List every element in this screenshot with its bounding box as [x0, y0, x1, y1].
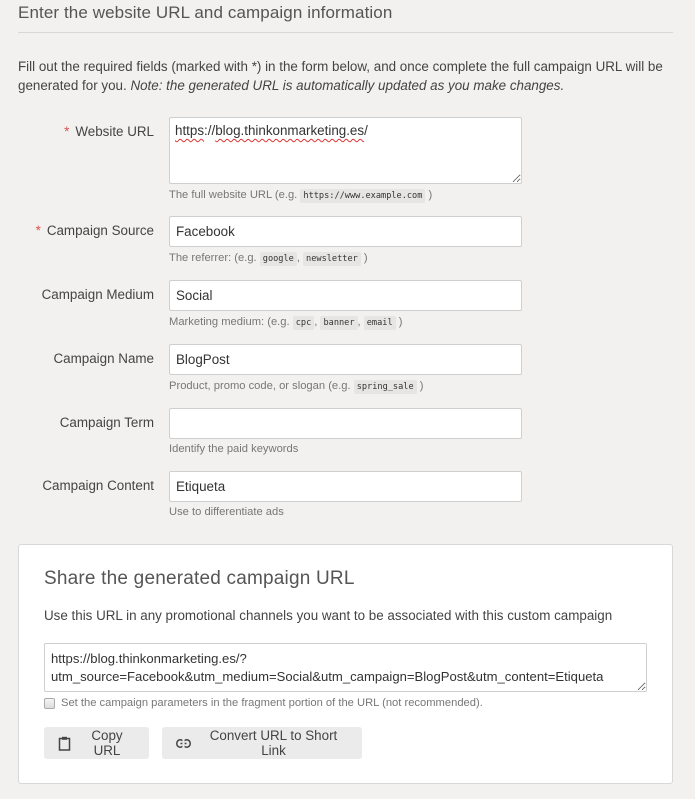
- campaign-source-label: * Campaign Source: [35, 223, 154, 238]
- short-link-button[interactable]: Convert URL to Short Link: [162, 727, 362, 759]
- fragment-option[interactable]: Set the campaign parameters in the fragm…: [44, 697, 483, 709]
- example-code: email: [363, 316, 396, 330]
- example-code: cpc: [292, 316, 315, 330]
- campaign-url-builder: Enter the website URL and campaign infor…: [0, 0, 695, 799]
- fragment-checkbox[interactable]: [44, 697, 55, 709]
- campaign-medium-label: Campaign Medium: [41, 287, 154, 302]
- share-description: Use this URL in any promotional channels…: [44, 608, 613, 623]
- campaign-term-label: Campaign Term: [59, 415, 154, 430]
- fragment-checkbox-label: Set the campaign parameters in the fragm…: [61, 697, 483, 709]
- campaign-medium-input[interactable]: [169, 280, 522, 311]
- required-marker: *: [64, 124, 70, 139]
- required-marker: *: [35, 223, 41, 238]
- campaign-content-input[interactable]: [169, 471, 522, 502]
- campaign-name-label: Campaign Name: [53, 351, 154, 366]
- campaign-name-input[interactable]: [169, 344, 522, 375]
- campaign-source-help: The referrer: (e.g. google, newsletter ): [169, 252, 368, 266]
- generated-url-output[interactable]: [44, 643, 647, 692]
- clipboard-icon: [58, 736, 71, 751]
- intro-note: Note: the generated URL is automatically…: [130, 78, 565, 93]
- example-code: newsletter: [303, 252, 361, 266]
- website-url-help: The full website URL (e.g. https://www.e…: [169, 189, 433, 203]
- share-title: Share the generated campaign URL: [44, 568, 355, 589]
- share-url-panel: Share the generated campaign URL Use thi…: [18, 544, 673, 784]
- example-code: spring_sale: [353, 380, 417, 394]
- campaign-source-input[interactable]: [169, 216, 522, 247]
- campaign-term-input[interactable]: [169, 408, 522, 439]
- campaign-content-label: Campaign Content: [42, 478, 154, 493]
- copy-url-label: Copy URL: [91, 728, 123, 758]
- website-url-label: * Website URL: [64, 124, 154, 139]
- campaign-medium-help: Marketing medium: (e.g. cpc, banner, ema…: [169, 316, 403, 330]
- campaign-term-help: Identify the paid keywords: [169, 443, 299, 455]
- example-code: google: [259, 252, 297, 266]
- campaign-content-help: Use to differentiate ads: [169, 506, 284, 518]
- link-icon: [176, 738, 191, 748]
- website-url-input[interactable]: [169, 117, 522, 184]
- intro-text: Fill out the required fields (marked wit…: [18, 57, 678, 95]
- campaign-name-help: Product, promo code, or slogan (e.g. spr…: [169, 380, 424, 394]
- section-title: Enter the website URL and campaign infor…: [18, 3, 393, 22]
- example-code: https://www.example.com: [300, 189, 426, 203]
- section-divider: [18, 32, 673, 33]
- example-code: banner: [320, 316, 358, 330]
- short-link-label: Convert URL to Short Link: [209, 728, 338, 758]
- copy-url-button[interactable]: Copy URL: [44, 727, 149, 759]
